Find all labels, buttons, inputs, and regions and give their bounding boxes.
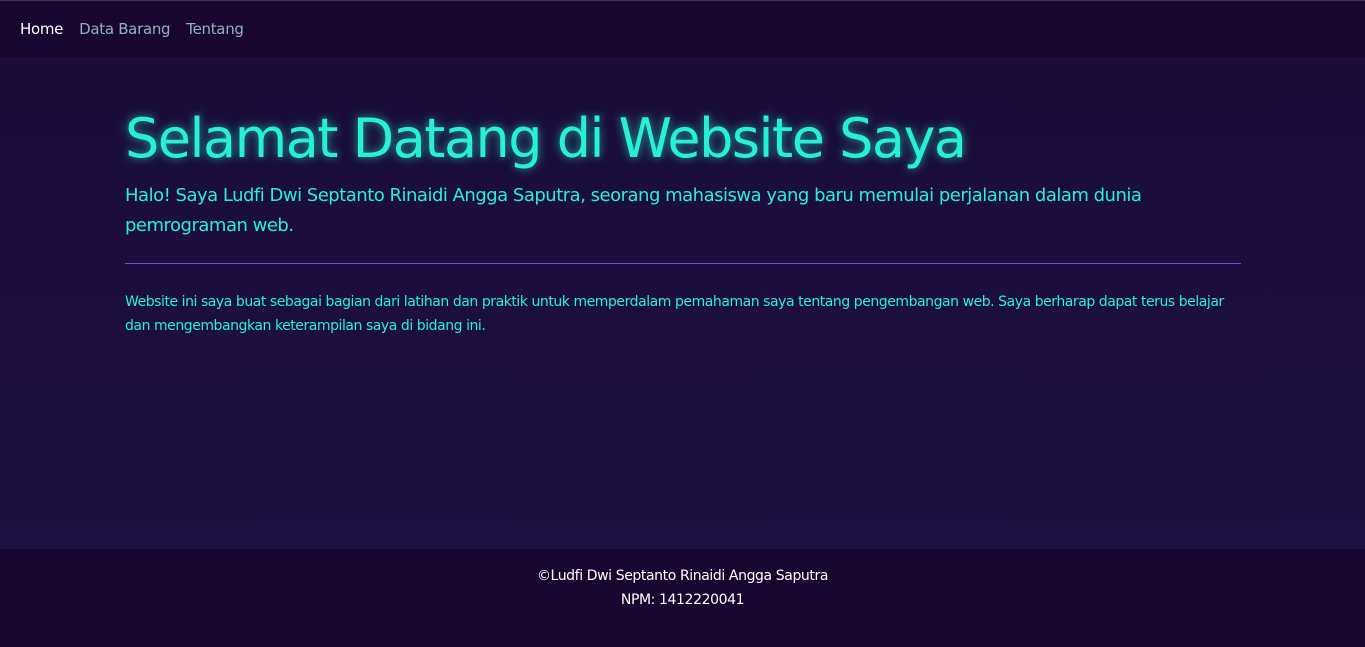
divider <box>125 263 1241 264</box>
hero-lead: Halo! Saya Ludfi Dwi Septanto Rinaidi An… <box>125 185 1142 236</box>
footer: ©Ludfi Dwi Septanto Rinaidi Angga Saputr… <box>0 549 1365 647</box>
footer-copyright: ©Ludfi Dwi Septanto Rinaidi Angga Saputr… <box>536 568 829 584</box>
nav-link-data-barang[interactable]: Data Barang <box>79 20 170 38</box>
navbar: Home Data Barang Tentang <box>0 0 1365 57</box>
nav-link-tentang[interactable]: Tentang <box>186 20 244 38</box>
page-title: Selamat Datang di Website Saya <box>125 107 967 170</box>
footer-npm: NPM: 1412220041 <box>620 592 745 608</box>
nav-link-home[interactable]: Home <box>20 20 63 38</box>
hero-body-text: Website ini saya buat sebagai bagian dar… <box>125 294 1224 334</box>
main-content: Selamat Datang di Website Saya Halo! Say… <box>0 57 1365 549</box>
